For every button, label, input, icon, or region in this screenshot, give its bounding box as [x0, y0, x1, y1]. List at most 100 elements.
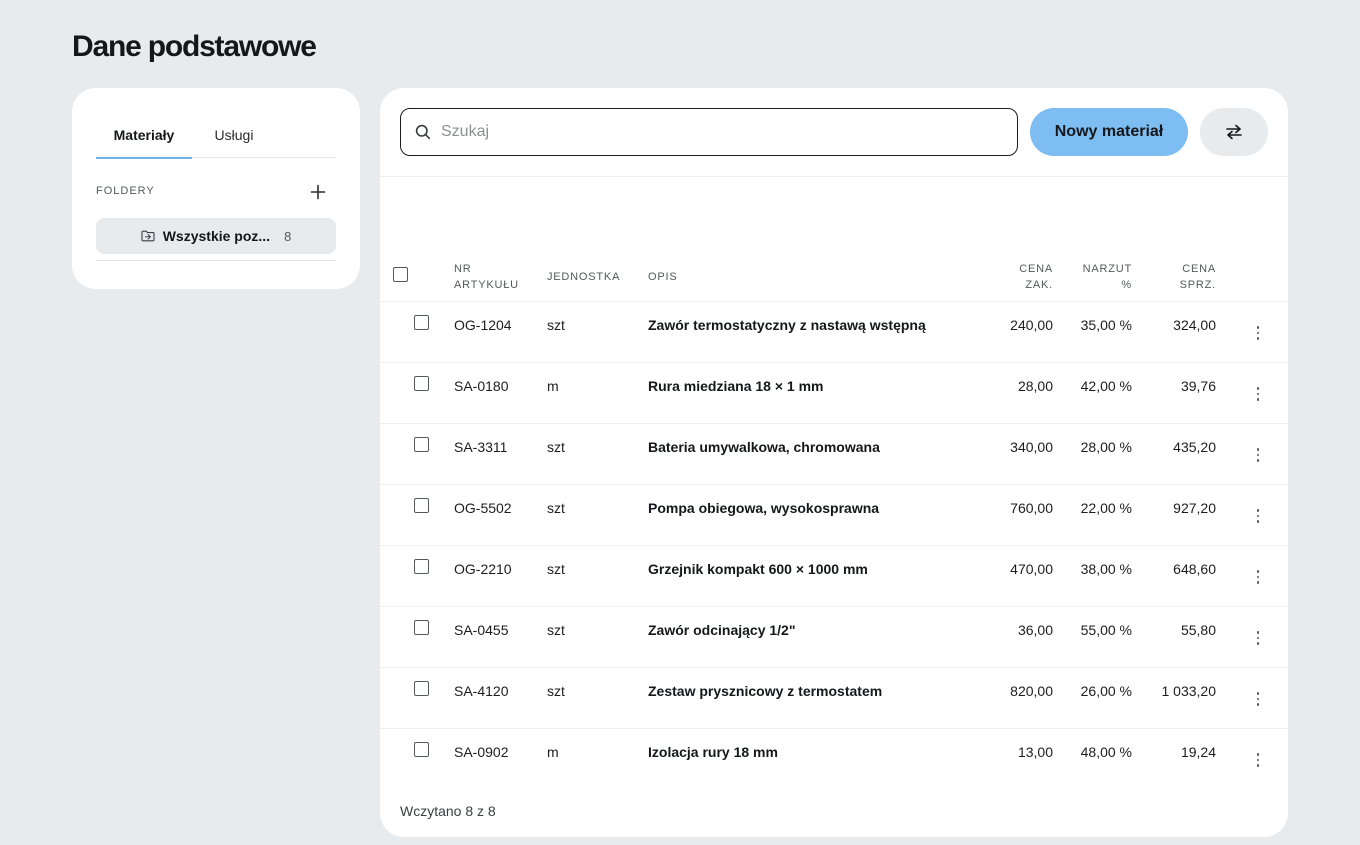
table-row[interactable]: SA-3311 szt Bateria umywalkowa, chromowana…	[380, 424, 1288, 485]
cell-description: Zestaw prysznicowy z termostatem	[648, 683, 883, 699]
cell-unit: szt	[547, 683, 565, 699]
row-menu-icon[interactable]	[1248, 322, 1268, 344]
cell-sale-price: 1 033,20	[1161, 683, 1217, 699]
folder-name: Wszystkie poz...	[162, 228, 271, 244]
header-buy-line1: CENA	[1019, 263, 1053, 275]
row-checkbox[interactable]	[414, 742, 429, 757]
cell-article: SA-3311	[454, 439, 508, 455]
tab-bar: Materiały Usługi	[96, 112, 336, 159]
header-article-line2: ARTYKUŁU	[454, 279, 519, 291]
tab-uslugi[interactable]: Usługi	[192, 112, 276, 158]
cell-unit: szt	[547, 622, 565, 638]
materials-panel: Nowy materiał NR ARTYKUŁU JEDNOSTKA OPIS…	[380, 88, 1288, 837]
row-checkbox[interactable]	[414, 376, 429, 391]
cell-markup: 26,00 %	[1080, 683, 1132, 699]
table-row[interactable]: SA-4120 szt Zestaw prysznicowy z termostat…	[380, 668, 1288, 729]
tab-materialy[interactable]: Materiały	[96, 112, 192, 159]
cell-sale-price: 55,80	[1180, 622, 1216, 638]
cell-sale-price: 39,76	[1180, 378, 1216, 394]
cell-article: OG-2210	[454, 561, 512, 577]
header-markup: NARZUT %	[1072, 261, 1132, 293]
cell-sale-price: 927,20	[1173, 500, 1216, 516]
row-menu-icon[interactable]	[1248, 383, 1268, 405]
plus-icon	[310, 184, 326, 200]
cell-description: Izolacja rury 18 mm	[648, 744, 778, 760]
cell-unit: szt	[547, 317, 565, 333]
cell-sale-price: 435,20	[1173, 439, 1216, 455]
cell-description: Bateria umywalkowa, chromowana	[648, 439, 880, 455]
arrows-swap-icon	[1226, 124, 1242, 140]
header-markup-line1: NARZUT	[1082, 263, 1132, 275]
row-menu-icon[interactable]	[1248, 627, 1268, 649]
cell-description: Rura miedziana 18 × 1 mm	[648, 378, 824, 394]
row-menu-icon[interactable]	[1248, 444, 1268, 466]
page-title: Dane podstawowe	[72, 30, 317, 63]
add-folder-button[interactable]	[308, 182, 328, 202]
loaded-count: Wczytano 8 z 8	[400, 803, 496, 819]
cell-sale-price: 19,24	[1180, 744, 1216, 760]
cell-article: SA-0455	[454, 622, 509, 638]
cell-markup: 28,00 %	[1080, 439, 1132, 455]
table-row[interactable]: OG-2210 szt Grzejnik kompakt 600 × 1000 mm…	[380, 546, 1288, 607]
row-checkbox[interactable]	[414, 437, 429, 452]
cell-unit: szt	[547, 500, 565, 516]
cell-unit: szt	[547, 439, 565, 455]
search-input[interactable]	[441, 123, 981, 141]
header-markup-line2: %	[1121, 279, 1132, 291]
toolbar-divider	[380, 176, 1288, 177]
cell-markup: 22,00 %	[1080, 500, 1132, 516]
cell-purchase-price: 340,00	[1010, 439, 1053, 455]
cell-markup: 48,00 %	[1080, 744, 1132, 760]
row-menu-icon[interactable]	[1248, 505, 1268, 527]
row-checkbox[interactable]	[414, 559, 429, 574]
cell-markup: 42,00 %	[1080, 378, 1132, 394]
cell-article: SA-0902	[454, 744, 509, 760]
cell-unit: szt	[547, 561, 565, 577]
table-row[interactable]: SA-0455 szt Zawór odcinający 1/2" 36,00 55,0…	[380, 607, 1288, 668]
cell-description: Zawór odcinający 1/2"	[648, 622, 796, 638]
cell-purchase-price: 470,00	[1010, 561, 1053, 577]
cell-unit: m	[547, 744, 559, 760]
cell-article: SA-0180	[454, 378, 509, 394]
search-box[interactable]	[400, 108, 1018, 156]
cell-purchase-price: 240,00	[1010, 317, 1053, 333]
table-header: NR ARTYKUŁU JEDNOSTKA OPIS CENA ZAK. NAR…	[380, 260, 1288, 302]
folder-count: 8	[284, 228, 292, 244]
header-sell-line2: SPRZ.	[1179, 279, 1216, 291]
cell-description: Grzejnik kompakt 600 × 1000 mm	[648, 561, 868, 577]
search-icon	[415, 124, 431, 140]
row-menu-icon[interactable]	[1248, 749, 1268, 771]
cell-purchase-price: 760,00	[1010, 500, 1053, 516]
cell-article: SA-4120	[454, 683, 509, 699]
row-menu-icon[interactable]	[1248, 566, 1268, 588]
row-checkbox[interactable]	[414, 315, 429, 330]
row-menu-icon[interactable]	[1248, 688, 1268, 710]
table-row[interactable]: SA-0902 m Izolacja rury 18 mm 13,00 48,00 % 1…	[380, 729, 1288, 790]
table-row[interactable]: OG-5502 szt Pompa obiegowa, wysokosprawna 7…	[380, 485, 1288, 546]
cell-sale-price: 324,00	[1173, 317, 1216, 333]
new-material-button[interactable]: Nowy materiał	[1030, 108, 1188, 156]
header-sell-line1: CENA	[1182, 263, 1216, 275]
cell-markup: 38,00 %	[1080, 561, 1132, 577]
header-buy-line2: ZAK.	[1025, 279, 1053, 291]
table-row[interactable]: SA-0180 m Rura miedziana 18 × 1 mm 28,00 42,…	[380, 363, 1288, 424]
cell-markup: 55,00 %	[1080, 622, 1132, 638]
row-checkbox[interactable]	[414, 498, 429, 513]
table-row[interactable]: OG-1204 szt Zawór termostatyczny z nastawą…	[380, 302, 1288, 363]
row-checkbox[interactable]	[414, 620, 429, 635]
cell-purchase-price: 820,00	[1010, 683, 1053, 699]
cell-purchase-price: 36,00	[1017, 622, 1053, 638]
folders-label: FOLDERY	[96, 185, 155, 197]
cell-article: OG-5502	[454, 500, 512, 516]
header-article: NR ARTYKUŁU	[454, 261, 519, 293]
cell-purchase-price: 13,00	[1017, 744, 1053, 760]
folder-item-all[interactable]: Wszystkie poz... 8	[96, 218, 336, 254]
header-purchase-price: CENA ZAK.	[993, 261, 1053, 293]
folders-panel: Materiały Usługi FOLDERY Wszystkie poz..…	[72, 88, 360, 289]
cell-article: OG-1204	[454, 317, 512, 333]
row-checkbox[interactable]	[414, 681, 429, 696]
folder-icon	[141, 230, 155, 242]
select-all-checkbox[interactable]	[393, 267, 408, 282]
divider	[96, 260, 336, 261]
swap-button[interactable]	[1200, 108, 1268, 156]
